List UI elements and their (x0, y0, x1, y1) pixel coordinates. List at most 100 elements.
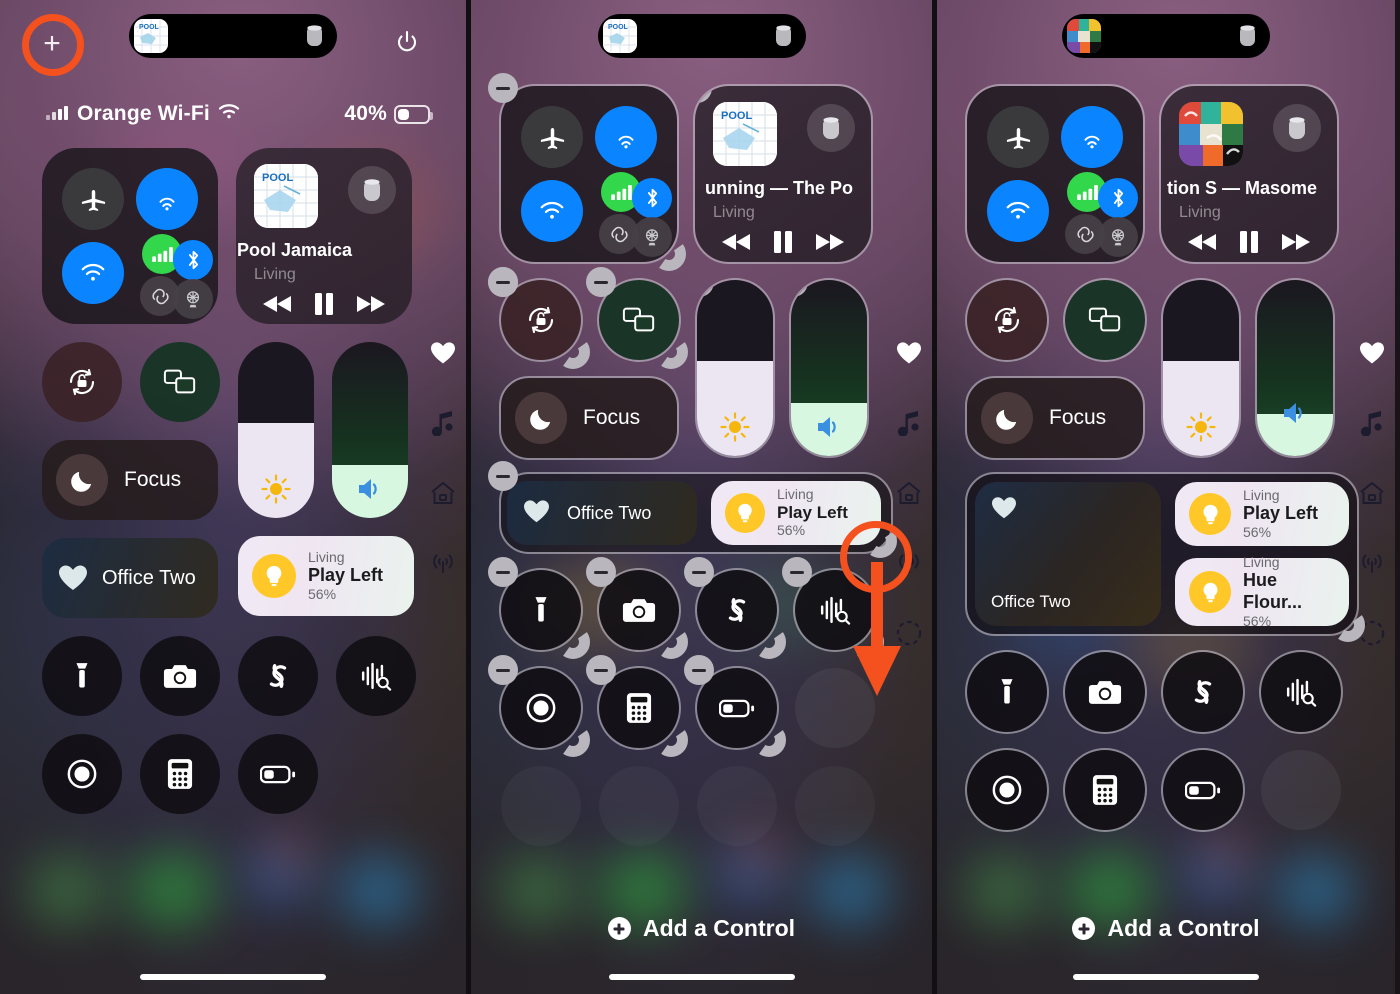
flashlight-button[interactable] (965, 650, 1049, 734)
home-icon[interactable] (430, 480, 456, 506)
wifi-toggle-icon[interactable] (987, 180, 1049, 242)
airdrop-icon[interactable] (136, 168, 198, 230)
camera-button[interactable] (1063, 650, 1147, 734)
remove-badge[interactable] (684, 557, 714, 587)
screen-mirroring-toggle[interactable] (586, 267, 681, 362)
connectivity-module[interactable] (965, 84, 1145, 264)
now-playing-widget[interactable]: POOL unning — The Po Living (693, 84, 873, 264)
add-page-dashed-icon[interactable] (896, 620, 922, 646)
now-playing-widget[interactable]: tion S — Masome Living (1159, 84, 1339, 264)
airdrop-icon[interactable] (595, 106, 657, 168)
homepod-icon[interactable] (807, 104, 855, 152)
light-tile-play-left[interactable]: Living Play Left 56% (711, 481, 881, 545)
add-a-control-button[interactable]: Add a Control (937, 915, 1395, 942)
remove-badge[interactable] (488, 267, 518, 297)
fast-forward-icon[interactable] (355, 294, 386, 319)
airdrop-icon[interactable] (1061, 106, 1123, 168)
wifi-toggle-icon[interactable] (521, 180, 583, 242)
sound-recognition-button[interactable] (782, 557, 877, 652)
connectivity-antenna-icon[interactable] (430, 550, 456, 576)
airplane-mode-icon[interactable] (521, 106, 583, 168)
sound-recognition-button[interactable] (336, 636, 416, 716)
empty-slot[interactable] (795, 766, 875, 846)
rotation-lock-toggle[interactable] (965, 278, 1049, 362)
focus-toggle[interactable]: Focus (965, 376, 1145, 460)
home-controls-group[interactable]: Office Two Living Play Left 56% (488, 461, 893, 554)
resize-handle[interactable] (556, 335, 590, 369)
add-control-button[interactable]: + (26, 18, 78, 70)
empty-slot[interactable] (697, 766, 777, 846)
remove-badge[interactable] (684, 655, 714, 685)
wifi-toggle-icon[interactable] (62, 242, 124, 304)
pause-icon[interactable] (1239, 230, 1259, 259)
remove-badge[interactable] (488, 557, 518, 587)
remove-badge[interactable] (586, 557, 616, 587)
camera-button[interactable] (586, 557, 681, 652)
now-playing-widget[interactable]: POOL e Pool Jamaica Living (236, 148, 412, 324)
calculator-button[interactable] (586, 655, 681, 750)
bluetooth-icon[interactable] (173, 240, 213, 280)
remove-badge[interactable] (488, 655, 518, 685)
rewind-icon[interactable] (721, 232, 752, 257)
screen-mirroring-toggle[interactable] (1063, 278, 1147, 362)
focus-toggle[interactable]: Focus (42, 440, 218, 520)
favorites-heart-icon[interactable] (1359, 340, 1385, 366)
connectivity-module[interactable] (42, 148, 218, 324)
flashlight-button[interactable] (42, 636, 122, 716)
screen-record-button[interactable] (42, 734, 122, 814)
fast-forward-icon[interactable] (1280, 232, 1311, 257)
connectivity-antenna-icon[interactable] (896, 550, 922, 576)
light-tile-hue-flour[interactable]: Living Hue Flour... 56% (1175, 554, 1349, 628)
low-power-mode-button[interactable] (1161, 748, 1245, 832)
resize-handle[interactable] (752, 625, 786, 659)
remove-badge[interactable] (695, 86, 712, 103)
connectivity-antenna-icon[interactable] (1359, 550, 1385, 576)
resize-handle[interactable] (556, 723, 590, 757)
camera-button[interactable] (140, 636, 220, 716)
rotation-lock-toggle[interactable] (42, 342, 122, 422)
homepod-icon[interactable] (1273, 104, 1321, 152)
resize-handle[interactable] (556, 625, 590, 659)
music-note-icon[interactable] (1359, 410, 1385, 436)
music-note-icon[interactable] (430, 410, 456, 436)
volume-slider[interactable] (332, 342, 408, 518)
remove-badge[interactable] (791, 280, 808, 297)
home-scene-office-two[interactable]: Office Two (42, 538, 218, 618)
remove-badge[interactable] (782, 557, 812, 587)
remove-badge[interactable] (488, 73, 518, 103)
screen-record-button[interactable] (488, 655, 583, 750)
focus-toggle[interactable]: Focus (488, 267, 679, 460)
calculator-button[interactable] (140, 734, 220, 814)
music-note-icon[interactable] (896, 410, 922, 436)
empty-slot[interactable] (1261, 750, 1341, 830)
resize-handle[interactable] (850, 625, 884, 659)
low-power-mode-button[interactable] (238, 734, 318, 814)
resize-handle[interactable] (654, 723, 688, 757)
empty-slot[interactable] (795, 668, 875, 748)
airplane-mode-icon[interactable] (62, 168, 124, 230)
favorites-heart-icon[interactable] (896, 340, 922, 366)
flashlight-button[interactable] (488, 557, 583, 652)
rewind-icon[interactable] (262, 294, 293, 319)
brightness-slider[interactable] (238, 342, 314, 518)
resize-handle[interactable] (846, 237, 871, 262)
bluetooth-icon[interactable] (1098, 178, 1138, 218)
add-a-control-button[interactable]: Add a Control (471, 915, 932, 942)
pause-icon[interactable] (773, 230, 793, 259)
favorites-heart-icon[interactable] (430, 340, 456, 366)
dynamic-island[interactable]: POOL (129, 14, 337, 58)
screen-record-button[interactable] (965, 748, 1049, 832)
remove-badge[interactable] (586, 267, 616, 297)
satellite-icon[interactable] (1098, 217, 1138, 257)
resize-handle-highlighted[interactable] (863, 524, 897, 558)
resize-handle[interactable] (1331, 608, 1365, 642)
fast-forward-icon[interactable] (814, 232, 845, 257)
light-tile-play-left[interactable]: Living Play Left 56% (238, 536, 414, 616)
resize-handle[interactable] (752, 723, 786, 757)
home-icon[interactable] (896, 480, 922, 506)
dynamic-island[interactable] (1062, 14, 1270, 58)
sound-recognition-button[interactable] (1259, 650, 1343, 734)
resize-handle[interactable] (652, 237, 686, 271)
volume-slider[interactable] (789, 278, 869, 458)
volume-slider[interactable] (1255, 278, 1335, 458)
